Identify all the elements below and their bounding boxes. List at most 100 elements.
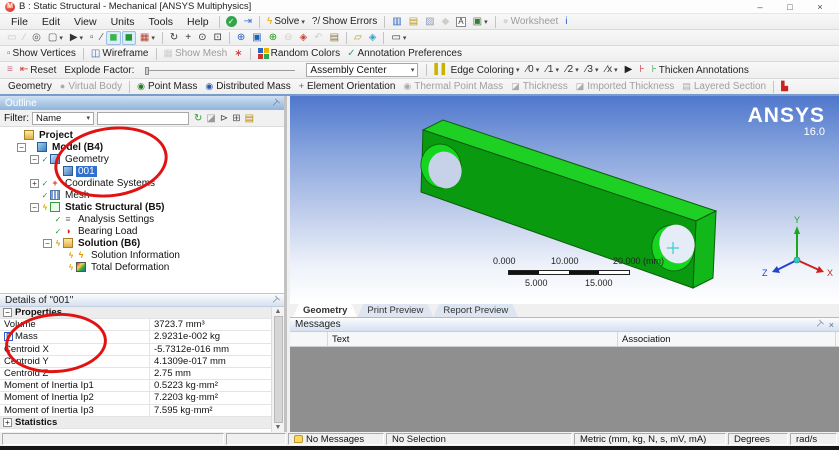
group-expander[interactable]: + bbox=[3, 418, 12, 427]
body-filter-icon[interactable]: ◼ bbox=[122, 31, 136, 45]
messages-body[interactable] bbox=[290, 347, 839, 432]
menu-file[interactable]: File bbox=[4, 16, 35, 28]
details-row-value[interactable]: 0.5223 kg·mm² bbox=[150, 380, 271, 391]
box-zoom-icon[interactable]: ⊡ bbox=[210, 31, 224, 45]
tree-item-geometry[interactable]: −✓Geometry bbox=[0, 153, 284, 165]
random-colors-button[interactable]: Random Colors bbox=[255, 47, 343, 61]
tag-icon[interactable]: ◈ bbox=[366, 31, 380, 45]
pan-icon[interactable]: + bbox=[182, 31, 194, 45]
clear-filter-icon[interactable]: ◪ bbox=[206, 113, 215, 124]
extend-selection-icon[interactable]: ▦▾ bbox=[137, 31, 158, 45]
face-filter-icon[interactable]: ◼ bbox=[106, 31, 120, 45]
manage-views-icon[interactable]: ▤ bbox=[327, 31, 342, 45]
solve-button[interactable]: ϟSolve▾ bbox=[264, 15, 308, 29]
details-row-value[interactable]: 2.75 mm bbox=[150, 368, 271, 379]
restore-button[interactable]: □ bbox=[784, 2, 796, 12]
zoom-icon[interactable]: ⊙ bbox=[195, 31, 209, 45]
tree-item-project[interactable]: Project bbox=[0, 129, 284, 141]
details-row-value[interactable]: 4.1309e-017 mm bbox=[150, 356, 271, 367]
minimize-button[interactable]: – bbox=[754, 2, 766, 12]
edge-direction-3-icon[interactable]: ∕3▾ bbox=[583, 63, 602, 77]
annotation-icon[interactable]: A bbox=[453, 15, 468, 29]
vertex-filter-icon[interactable]: ▫ bbox=[87, 31, 97, 45]
assembly-center-select[interactable]: Assembly Center▾ bbox=[306, 63, 418, 77]
reset-button[interactable]: ⇤Reset bbox=[17, 63, 60, 77]
tree-expander[interactable]: − bbox=[30, 203, 39, 212]
collapse-environment-icon[interactable]: ▤ bbox=[245, 113, 254, 124]
new-chart-icon[interactable]: ▤ bbox=[406, 15, 421, 29]
explode-view-icon[interactable]: ≡ bbox=[4, 63, 16, 77]
edge-direction-0-icon[interactable]: ∕0▾ bbox=[523, 63, 542, 77]
tree-item-mesh[interactable]: ✓Mesh bbox=[0, 189, 284, 201]
tab-print-preview[interactable]: Print Preview bbox=[357, 304, 433, 317]
edge-direction-2-icon[interactable]: ∕2▾ bbox=[563, 63, 582, 77]
image-to-file-icon[interactable]: ▣▾ bbox=[470, 15, 491, 29]
edge-direction-1-icon[interactable]: ∕1▾ bbox=[543, 63, 562, 77]
graphics-viewport[interactable]: ANSYS 16.0 0.000 10.000 20.000 (mm) 5.00… bbox=[290, 96, 839, 304]
show-errors-button[interactable]: ?/Show Errors bbox=[309, 15, 380, 29]
close-icon[interactable]: × bbox=[829, 320, 834, 330]
select-mode-icon[interactable]: ▶▾ bbox=[67, 31, 86, 45]
annotation-scale-icon[interactable]: ⊦ bbox=[636, 63, 647, 77]
tree-item-bearing-load[interactable]: ✓◑Bearing Load bbox=[0, 225, 284, 237]
tab-report-preview[interactable]: Report Preview bbox=[433, 304, 518, 317]
new-section-plane-icon[interactable]: ▥ bbox=[389, 15, 404, 29]
zoom-in-icon[interactable]: ⊕ bbox=[234, 31, 248, 45]
tree-item-model-b4[interactable]: −Model (B4) bbox=[0, 141, 284, 153]
details-group-properties[interactable]: −Properties bbox=[0, 307, 271, 319]
details-row-value[interactable]: 2.9231e-002 kg bbox=[150, 331, 271, 342]
graphics-options-icon[interactable]: ∗ bbox=[231, 47, 245, 61]
show-vertices-button[interactable]: ▫Show Vertices bbox=[4, 47, 79, 61]
insert-next-icon[interactable]: ⇥ bbox=[241, 15, 255, 29]
iso-view-icon[interactable]: ◈ bbox=[297, 31, 311, 45]
tree-expander[interactable]: − bbox=[43, 239, 52, 248]
pin-icon[interactable]: ⊤ bbox=[812, 318, 825, 331]
commands-button[interactable]: ▙ bbox=[777, 82, 792, 91]
annotation-preferences-button[interactable]: ✓Annotation Preferences bbox=[344, 47, 465, 61]
context-distributed-mass[interactable]: ◉Distributed Mass bbox=[201, 81, 294, 92]
edge-direction-x-icon[interactable]: ∕x▾ bbox=[602, 63, 620, 77]
filter-type-select[interactable]: Name ▾ bbox=[32, 112, 94, 125]
close-button[interactable]: × bbox=[814, 2, 826, 12]
refresh-tree-icon[interactable]: ↻ bbox=[194, 113, 202, 124]
context-element-orientation[interactable]: +Element Orientation bbox=[295, 81, 400, 92]
details-row-value[interactable]: 7.595 kg·mm² bbox=[150, 405, 271, 416]
thicken-annotations-button[interactable]: ⊦Thicken Annotations bbox=[649, 63, 752, 77]
scroll-down-icon[interactable]: ▼ bbox=[275, 424, 282, 431]
tree-expander[interactable]: − bbox=[30, 155, 39, 164]
selection-info-icon[interactable]: ▱ bbox=[351, 31, 365, 45]
tree-item-coordinate-systems[interactable]: +✓+Coordinate Systems bbox=[0, 177, 284, 189]
accept-icon[interactable]: ✓ bbox=[223, 15, 240, 29]
zoom-100-icon[interactable]: ▣ bbox=[249, 31, 264, 45]
menu-tools[interactable]: Tools bbox=[142, 16, 181, 28]
context-geometry[interactable]: Geometry bbox=[4, 81, 56, 92]
rotate-icon[interactable]: ↻ bbox=[167, 31, 181, 45]
details-row-value[interactable]: -5.7312e-016 mm bbox=[150, 344, 271, 355]
part-right-face[interactable] bbox=[693, 211, 716, 288]
tab-geometry[interactable]: Geometry bbox=[293, 304, 357, 317]
menu-edit[interactable]: Edit bbox=[35, 16, 67, 28]
coordinates-icon[interactable]: ◎ bbox=[29, 31, 44, 45]
direction-arrow-icon[interactable]: ▶ bbox=[622, 63, 636, 77]
tree-item-solution-information[interactable]: ϟϟSolution Information bbox=[0, 249, 284, 261]
context-point-mass[interactable]: ◉Point Mass bbox=[133, 81, 201, 92]
wireframe-button[interactable]: ◫Wireframe bbox=[88, 47, 152, 61]
info-icon[interactable]: i bbox=[562, 15, 570, 29]
orientation-triad[interactable]: Y X Z bbox=[757, 214, 839, 286]
filter-input[interactable] bbox=[97, 112, 189, 125]
edge-filter-icon[interactable]: ∕ bbox=[98, 31, 106, 45]
new-figure-icon[interactable]: ▨ bbox=[422, 15, 437, 29]
menu-units[interactable]: Units bbox=[104, 16, 142, 28]
tree-item-static-structural-b5[interactable]: −ϟStatic Structural (B5) bbox=[0, 201, 284, 213]
zoom-fit-icon[interactable]: ⊕ bbox=[266, 31, 280, 45]
pin-icon[interactable]: ⊤ bbox=[268, 96, 281, 109]
filter-options-icon[interactable]: ⊳ bbox=[220, 113, 228, 124]
edge-coloring-button[interactable]: ▌▌Edge Coloring▾ bbox=[431, 63, 522, 77]
tree-expander[interactable]: − bbox=[17, 143, 26, 152]
details-row-value[interactable]: 3723.7 mm³ bbox=[150, 319, 271, 330]
details-group-statistics[interactable]: +Statistics bbox=[0, 417, 271, 429]
parameter-checkbox[interactable]: P bbox=[4, 332, 13, 341]
tree-item-solution-b6[interactable]: −ϟSolution (B6) bbox=[0, 237, 284, 249]
tree-expander[interactable]: + bbox=[30, 179, 39, 188]
menu-view[interactable]: View bbox=[67, 16, 104, 28]
